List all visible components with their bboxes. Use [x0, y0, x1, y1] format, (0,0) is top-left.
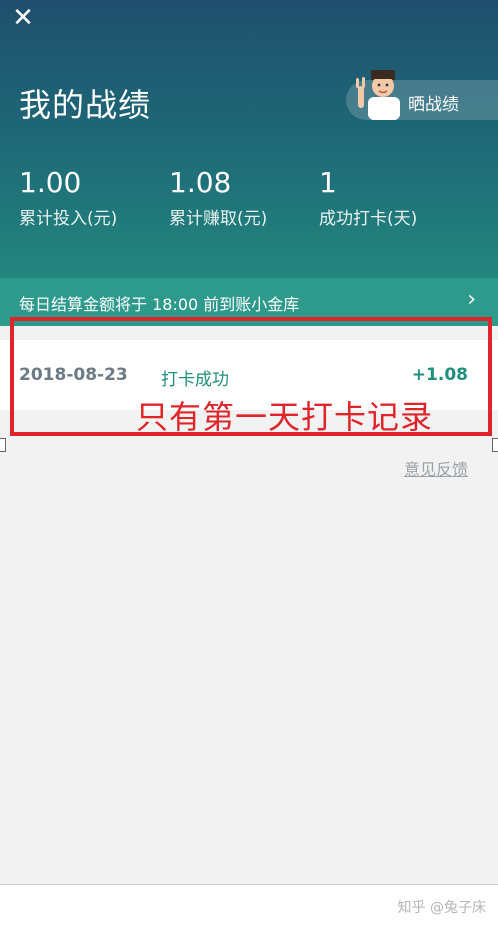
stat-label: 累计赚取(元): [169, 209, 268, 229]
stat-earned: 1.08 累计赚取(元): [169, 166, 268, 230]
avatar-icon: [356, 70, 400, 120]
page-title: 我的战绩: [19, 86, 152, 124]
stat-value: 1: [319, 166, 337, 199]
edge-marker: [492, 438, 498, 452]
annotation-text: 只有第一天打卡记录: [136, 398, 434, 436]
feedback-link[interactable]: 意见反馈: [404, 456, 468, 480]
stat-label: 成功打卡(天): [319, 209, 418, 229]
chevron-right-icon: ›: [467, 287, 476, 312]
stat-value: 1.00: [19, 166, 82, 199]
close-icon[interactable]: ✕: [8, 4, 38, 34]
edge-marker: [0, 438, 6, 452]
bottom-bar: 知乎 @兔子床: [0, 885, 498, 926]
share-label[interactable]: 晒战绩: [408, 90, 459, 115]
stat-invested: 1.00 累计投入(元): [19, 166, 118, 230]
stat-value: 1.08: [169, 166, 232, 199]
stat-label: 累计投入(元): [19, 209, 118, 229]
notice-text: 每日结算金额将于 18:00 前到账小金库: [19, 295, 300, 314]
page: ✕ 我的战绩 晒战绩 1.00 累计投入(元) 1.08 累计赚取(元) 1 成…: [0, 0, 498, 926]
watermark: 知乎 @兔子床: [397, 900, 486, 916]
stat-checkin-days: 1 成功打卡(天): [319, 166, 418, 230]
